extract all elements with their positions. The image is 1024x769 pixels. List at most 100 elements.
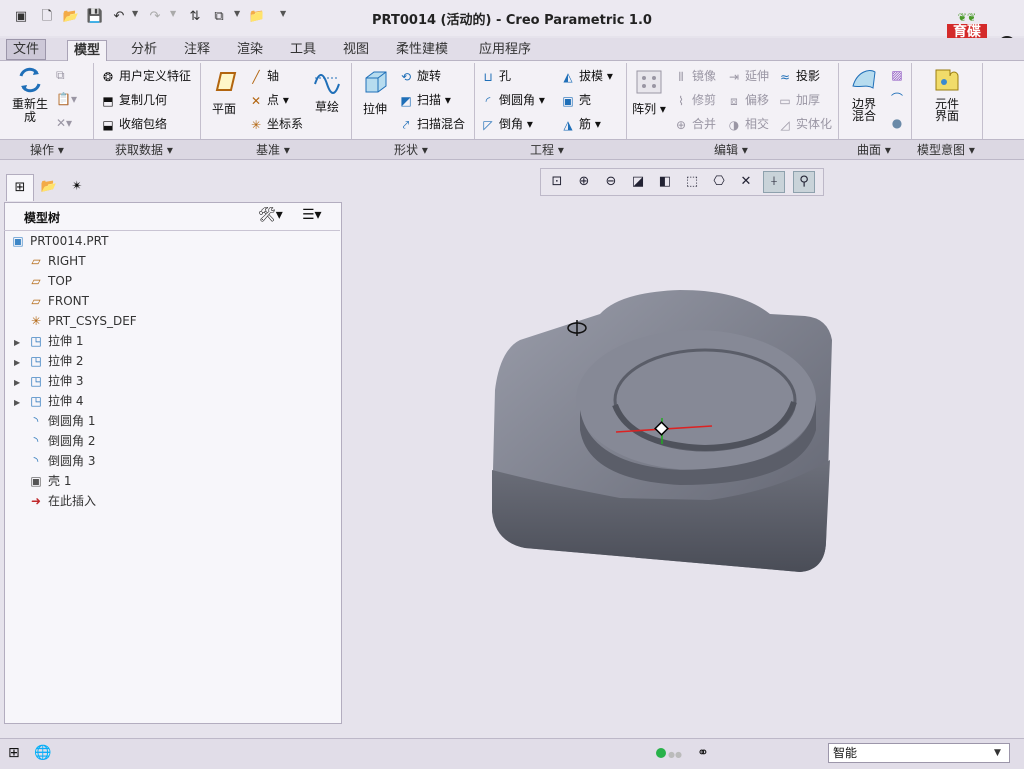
paste-icon[interactable]: 📋▾ (56, 92, 77, 106)
udf-button[interactable]: ❂ 用户定义特征 (100, 67, 191, 85)
sketch-button[interactable]: 草绘 (309, 66, 345, 115)
offset-button[interactable]: ⧈ 偏移 (726, 91, 769, 109)
tree-item[interactable]: ➜ 在此插入 (14, 492, 96, 510)
tree-item[interactable]: ▣ PRT0014.PRT (10, 232, 108, 250)
csys-button[interactable]: ✳ 坐标系 (248, 115, 303, 133)
tab-flexible-modeling[interactable]: 柔性建模 (390, 40, 454, 59)
expand-arrow-icon[interactable]: ▶ (14, 354, 28, 372)
tree-item[interactable]: ▣ 壳 1 (14, 472, 71, 490)
rib-button[interactable]: ◮ 筋 ▾ (560, 115, 600, 133)
tree-item[interactable]: ▱ FRONT (14, 292, 89, 310)
model-tree-tab-icon[interactable]: ⊞ (6, 174, 34, 201)
extend-button[interactable]: ⇥ 延伸 (726, 67, 769, 85)
style-surface-icon[interactable]: ⌒ (889, 91, 908, 107)
repaint-icon[interactable]: ◪ (628, 172, 648, 192)
part-model-viewport[interactable] (480, 280, 850, 590)
expand-arrow-icon[interactable]: ▶ (14, 374, 28, 392)
tree-item[interactable]: ▶ ◳ 拉伸 2 (14, 352, 83, 370)
group-shapes[interactable]: 形状 ▾ (394, 141, 428, 158)
selection-filter[interactable]: 智能 (828, 743, 1010, 763)
zoom-out-icon[interactable]: ⊖ (601, 172, 621, 192)
group-engineering[interactable]: 工程 ▾ (530, 141, 564, 158)
sweep-button[interactable]: ◩ 扫描 ▾ (398, 91, 451, 109)
regenerate-button[interactable]: 重新生成 (8, 66, 52, 124)
tree-item[interactable]: ▱ TOP (14, 272, 72, 290)
tree-item[interactable]: ✳ PRT_CSYS_DEF (14, 312, 137, 330)
freestyle-icon[interactable]: ● (889, 115, 908, 131)
shell-button[interactable]: ▣ 壳 (560, 91, 591, 109)
round-button[interactable]: ◜ 倒圆角 ▾ (480, 91, 545, 109)
datum-display-icon[interactable]: ✕ (736, 172, 756, 192)
tree-item[interactable]: ▶ ◳ 拉伸 1 (14, 332, 83, 350)
intersect-button[interactable]: ◑ 相交 (726, 115, 769, 133)
tab-annotate[interactable]: 注释 (178, 40, 216, 59)
tree-item-label: 倒圆角 2 (48, 434, 96, 448)
tree-item[interactable]: ◝ 倒圆角 2 (14, 432, 96, 450)
copy-icon[interactable]: ⧉ (56, 68, 65, 83)
annotation-display-icon[interactable]: ⚲ (793, 171, 815, 193)
display-style-icon[interactable]: ◧ (655, 172, 675, 192)
fill-surface-icon[interactable]: ▨ (889, 67, 908, 83)
status-dots: ●● (668, 750, 682, 759)
tree-item[interactable]: ▱ RIGHT (14, 252, 85, 270)
trim-button[interactable]: ⌇ 修剪 (673, 91, 716, 109)
mirror-button[interactable]: ⫴ 镜像 (673, 67, 716, 85)
tree-item[interactable]: ◝ 倒圆角 1 (14, 412, 96, 430)
view-manager-icon[interactable]: ⎔ (709, 172, 729, 192)
tab-view[interactable]: 视图 (337, 40, 375, 59)
thicken-button[interactable]: ▭ 加厚 (777, 91, 820, 109)
tree-item[interactable]: ◝ 倒圆角 3 (14, 452, 96, 470)
merge-button[interactable]: ⊕ 合并 (673, 115, 716, 133)
copy-geometry-button[interactable]: ⬒ 复制几何 (100, 91, 167, 109)
extrude-icon (365, 71, 387, 93)
point-button[interactable]: ✕ 点 ▾ (248, 91, 289, 109)
extrude-icon: ◳ (30, 354, 42, 368)
selection-filter-dropdown-icon[interactable]: ▼ (994, 748, 1001, 758)
spin-center-icon[interactable]: ⍭ (763, 171, 785, 193)
group-editing[interactable]: 编辑 ▾ (714, 141, 748, 158)
tree-settings-icon[interactable]: 🛠▾ (258, 207, 283, 223)
swept-blend-button[interactable]: ⤤ 扫描混合 (398, 115, 465, 133)
shrinkwrap-button[interactable]: ⬓ 收缩包络 (100, 115, 167, 133)
saved-orientations-icon[interactable]: ⬚ (682, 172, 702, 192)
group-operations[interactable]: 操作 ▾ (30, 141, 64, 158)
refit-icon[interactable]: ⊡ (547, 172, 567, 192)
tree-item[interactable]: ▶ ◳ 拉伸 3 (14, 372, 83, 390)
tab-file[interactable]: 文件 (6, 39, 47, 60)
group-model-intent[interactable]: 模型意图 ▾ (917, 141, 975, 158)
draft-button[interactable]: ◭ 拔模 ▾ (560, 67, 612, 85)
project-button[interactable]: ≈ 投影 (777, 67, 820, 85)
extrude-button[interactable]: 拉伸 (356, 68, 394, 117)
chamfer-button[interactable]: ◸ 倒角 ▾ (480, 115, 532, 133)
zoom-in-icon[interactable]: ⊕ (574, 172, 594, 192)
tab-applications[interactable]: 应用程序 (473, 40, 537, 59)
tree-show-icon[interactable]: ☰▾ (302, 207, 322, 223)
component-interface-button[interactable]: 元件界面 (926, 66, 968, 123)
datum-plane-icon: ▱ (31, 254, 41, 268)
plane-button[interactable]: 平面 (206, 68, 242, 117)
folder-browser-tab-icon[interactable]: 📂 (36, 174, 62, 200)
pattern-button[interactable]: 阵列 ▾ (632, 68, 666, 117)
revolve-button[interactable]: ⟲ 旋转 (398, 67, 441, 85)
show-navigator-icon[interactable]: ⊞ (8, 745, 20, 761)
find-icon[interactable]: ⚭ (697, 745, 709, 761)
favorites-tab-icon[interactable]: ✴ (64, 174, 90, 200)
tab-render[interactable]: 渲染 (231, 40, 269, 59)
delete-icon[interactable]: ✕▾ (56, 116, 72, 130)
group-surfaces[interactable]: 曲面 ▾ (857, 141, 891, 158)
expand-arrow-icon[interactable]: ▶ (14, 334, 28, 352)
axis-button[interactable]: ╱ 轴 (248, 67, 279, 85)
solidify-button[interactable]: ◿ 实体化 (777, 115, 832, 133)
tree-item[interactable]: ▶ ◳ 拉伸 4 (14, 392, 83, 410)
tab-model[interactable]: 模型 (67, 40, 108, 62)
group-get-data[interactable]: 获取数据 ▾ (115, 141, 173, 158)
hole-button[interactable]: ⊔ 孔 (480, 67, 511, 85)
extend-icon: ⇥ (728, 69, 740, 84)
expand-arrow-icon[interactable]: ▶ (14, 394, 28, 412)
group-datum[interactable]: 基准 ▾ (256, 141, 290, 158)
tab-tools[interactable]: 工具 (284, 40, 322, 59)
show-browser-icon[interactable]: 🌐 (34, 745, 51, 761)
sweep-icon: ◩ (400, 93, 412, 108)
tab-analysis[interactable]: 分析 (125, 40, 163, 59)
boundary-blend-button[interactable]: 边界混合 (844, 66, 884, 123)
